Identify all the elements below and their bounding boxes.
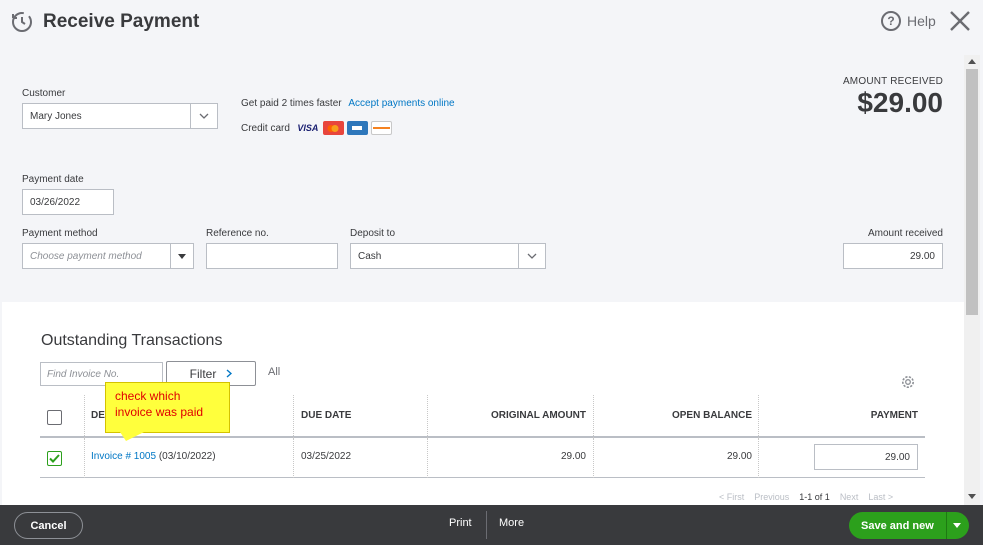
save-and-new-label: Save and new (861, 519, 934, 532)
row-due-date: 03/25/2022 (301, 451, 352, 462)
save-and-new-button[interactable]: Save and new (849, 512, 969, 539)
caret-down-icon[interactable] (953, 523, 961, 528)
payment-method-placeholder: Choose payment method (30, 250, 142, 262)
chevron-right-icon (226, 369, 233, 378)
annotation-callout-tail (120, 432, 144, 441)
close-icon[interactable] (947, 8, 973, 34)
page-title: Receive Payment (43, 11, 200, 32)
find-invoice-placeholder: Find Invoice No. (47, 368, 120, 380)
visa-icon: VISA (297, 123, 319, 133)
filter-label: Filter (189, 366, 217, 381)
pager-first[interactable]: < First (719, 492, 744, 502)
row-payment-value: 29.00 (884, 451, 910, 463)
chevron-down-icon[interactable] (190, 104, 217, 128)
checkmark-icon (49, 454, 60, 463)
table-row: Invoice # 1005 (03/10/2022) 03/25/2022 2… (40, 438, 925, 478)
payment-date-label: Payment date (22, 174, 84, 185)
scroll-up-icon[interactable] (968, 59, 976, 64)
pagination: < First Previous 1-1 of 1 Next Last > (719, 492, 893, 502)
payment-date-value: 03/26/2022 (30, 196, 81, 208)
customer-value: Mary Jones (30, 110, 82, 122)
amount-received-input[interactable]: 29.00 (843, 243, 943, 269)
footer-bar: Cancel Print More Save and new (0, 505, 983, 545)
amount-received-total: $29.00 (857, 87, 943, 118)
pager-range: 1-1 of 1 (799, 492, 830, 502)
cancel-button[interactable]: Cancel (14, 512, 83, 539)
chevron-down-icon[interactable] (518, 244, 545, 268)
scroll-down-icon[interactable] (968, 494, 976, 499)
reference-input[interactable] (206, 243, 338, 269)
pager-previous[interactable]: Previous (754, 492, 789, 502)
credit-card-label: Credit card (241, 122, 290, 134)
get-paid-text: Get paid 2 times faster (241, 98, 342, 109)
column-open-balance: OPEN BALANCE (671, 410, 752, 421)
amex-icon (346, 121, 368, 135)
outstanding-title: Outstanding Transactions (41, 332, 223, 349)
help-label: Help (907, 13, 936, 29)
reference-label: Reference no. (206, 228, 269, 239)
select-all-checkbox[interactable] (47, 410, 62, 425)
help-button[interactable]: ? Help (881, 11, 936, 31)
row-checkbox[interactable] (47, 451, 62, 466)
get-paid-promo: Get paid 2 times faster Accept payments … (241, 98, 455, 109)
caret-down-icon[interactable] (170, 244, 193, 268)
credit-card-row: Credit card VISA (241, 121, 392, 135)
filter-all-label: All (268, 366, 281, 378)
accept-payments-link[interactable]: Accept payments online (348, 98, 454, 109)
payment-method-select[interactable]: Choose payment method (22, 243, 194, 269)
column-original-amount: ORIGINAL AMOUNT (491, 410, 586, 421)
customer-select[interactable]: Mary Jones (22, 103, 218, 129)
help-icon: ? (881, 11, 901, 31)
vertical-scrollbar[interactable] (964, 55, 980, 505)
row-original-amount: 29.00 (560, 451, 586, 462)
amount-received-header-label: AMOUNT RECEIVED (842, 76, 943, 87)
column-payment: PAYMENT (870, 410, 918, 421)
row-description: Invoice # 1005 (03/10/2022) (91, 451, 216, 462)
amount-received-value: 29.00 (909, 250, 935, 262)
title-bar: Receive Payment ? Help (0, 0, 983, 44)
deposit-to-select[interactable]: Cash (350, 243, 546, 269)
payment-date-input[interactable]: 03/26/2022 (22, 189, 114, 215)
gear-icon[interactable] (900, 374, 916, 390)
mastercard-icon (322, 121, 344, 135)
row-payment-input[interactable]: 29.00 (814, 444, 918, 470)
discover-icon (370, 121, 392, 135)
footer-divider (486, 511, 487, 539)
invoice-date: (03/10/2022) (158, 451, 216, 462)
column-due-date: DUE DATE (301, 410, 352, 421)
amount-received-label: Amount received (867, 228, 943, 239)
deposit-to-label: Deposit to (350, 228, 396, 239)
more-button[interactable]: More (499, 517, 524, 529)
deposit-to-value: Cash (358, 250, 382, 262)
pager-last[interactable]: Last > (868, 492, 893, 502)
pager-next[interactable]: Next (840, 492, 859, 502)
save-split-divider (946, 512, 947, 539)
payment-method-label: Payment method (22, 228, 98, 239)
scroll-thumb[interactable] (966, 69, 978, 315)
customer-label: Customer (22, 88, 66, 99)
annotation-callout: check which invoice was paid (105, 382, 230, 433)
invoice-link[interactable]: Invoice # 1005 (91, 451, 156, 462)
history-icon[interactable] (8, 8, 36, 36)
column-description: DE (91, 410, 105, 421)
row-open-balance: 29.00 (726, 451, 752, 462)
print-button[interactable]: Print (449, 517, 472, 529)
